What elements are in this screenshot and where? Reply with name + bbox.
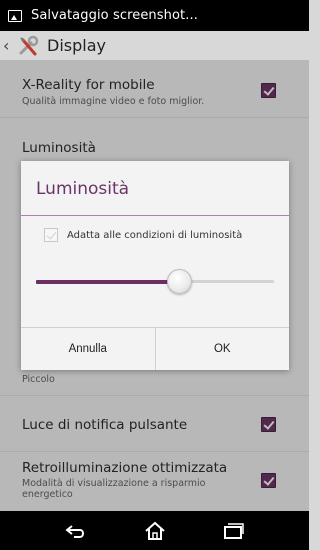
brightness-slider[interactable] (36, 269, 274, 294)
slider-fill (36, 280, 179, 284)
auto-brightness-checkbox[interactable] (44, 228, 58, 242)
action-bar: ‹ Display (0, 31, 309, 60)
wrench-screwdriver-icon[interactable] (15, 33, 41, 59)
home-icon[interactable] (140, 519, 170, 543)
slider-thumb[interactable] (166, 269, 192, 294)
navigation-bar (0, 511, 309, 550)
cancel-button[interactable]: Annulla (21, 328, 155, 370)
dialog-divider (21, 215, 289, 216)
recents-icon[interactable] (219, 519, 249, 543)
image-notification-icon (8, 9, 22, 22)
status-bar: Salvataggio screenshot... (0, 0, 309, 31)
dialog-buttons: Annulla OK (21, 327, 289, 370)
page-title: Display (47, 36, 106, 55)
status-notification-text: Salvataggio screenshot... (31, 8, 198, 23)
chevron-left-icon[interactable]: ‹ (3, 36, 13, 55)
back-icon[interactable] (61, 519, 91, 543)
brightness-dialog: Luminosità Adatta alle condizioni di lum… (21, 161, 289, 370)
dialog-title: Luminosità (36, 179, 130, 199)
ok-button[interactable]: OK (154, 328, 290, 370)
auto-brightness-label[interactable]: Adatta alle condizioni di luminosità (67, 230, 242, 241)
